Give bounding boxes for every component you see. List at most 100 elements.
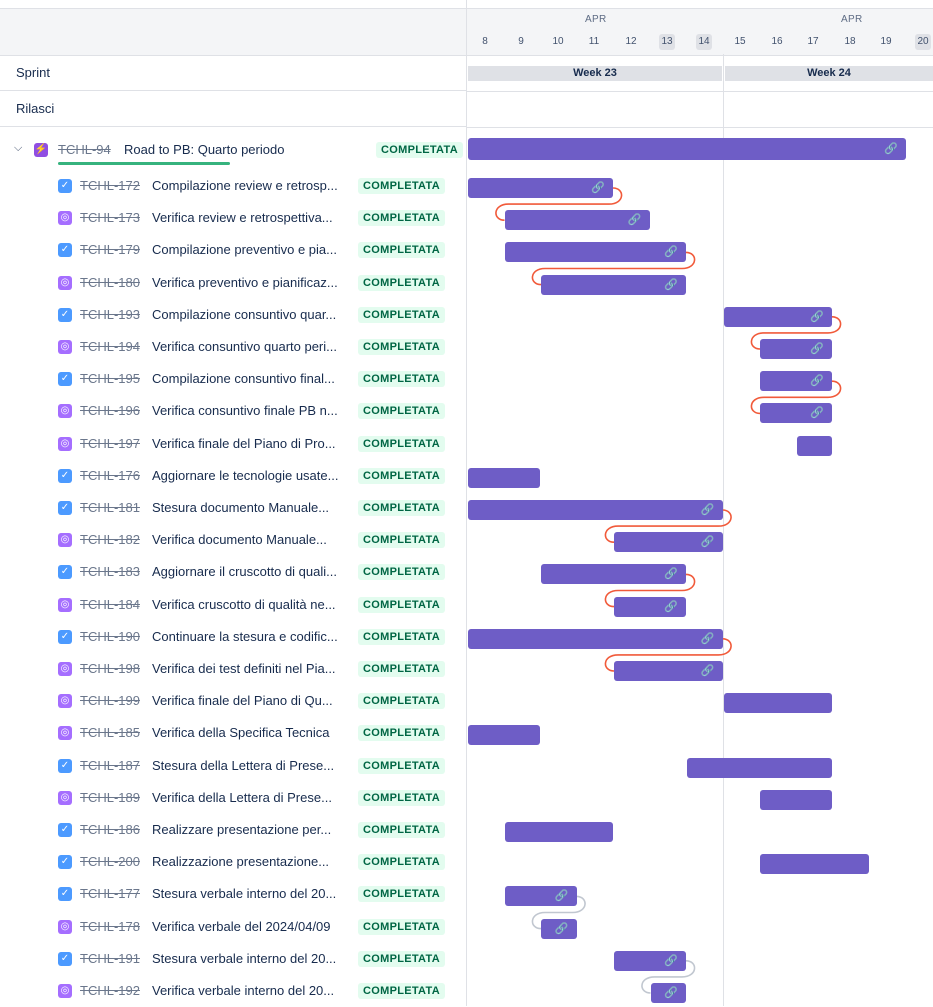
task-row[interactable]: ✓ TCHL-190 Continuare la stesura e codific…	[0, 621, 466, 653]
task-row[interactable]: ◎ TCHL-189 Verifica della Lettera di Prese…	[0, 782, 466, 814]
task-key[interactable]: TCHL-178	[80, 919, 140, 934]
task-bar[interactable]	[687, 757, 832, 778]
task-title[interactable]: Realizzare presentazione per...	[152, 822, 331, 837]
task-title[interactable]: Verifica review e retrospettiva...	[152, 210, 333, 225]
task-title[interactable]: Verifica finale del Piano di Pro...	[152, 436, 336, 451]
task-key[interactable]: TCHL-194	[80, 339, 140, 354]
task-row[interactable]: ✓ TCHL-172 Compilazione review e retrosp..…	[0, 170, 466, 202]
task-title[interactable]: Verifica verbale interno del 20...	[152, 983, 334, 998]
task-row[interactable]: ◎ TCHL-199 Verifica finale del Piano di Qu…	[0, 685, 466, 717]
task-row[interactable]: ◎ TCHL-198 Verifica dei test definiti nel …	[0, 653, 466, 685]
task-key[interactable]: TCHL-199	[80, 693, 140, 708]
task-title[interactable]: Verifica della Specifica Tecnica	[152, 725, 330, 740]
task-row[interactable]: ✓ TCHL-179 Compilazione preventivo e pia..…	[0, 234, 466, 266]
task-key[interactable]: TCHL-187	[80, 758, 140, 773]
task-key[interactable]: TCHL-186	[80, 822, 140, 837]
task-row[interactable]: ✓ TCHL-195 Compilazione consuntivo final..…	[0, 363, 466, 395]
task-key[interactable]: TCHL-172	[80, 178, 140, 193]
task-bar[interactable]: 🔗	[504, 886, 577, 907]
task-title[interactable]: Stesura verbale interno del 20...	[152, 951, 336, 966]
task-bar[interactable]: 🔗	[650, 983, 686, 1003]
task-bar[interactable]: 🔗	[614, 596, 686, 617]
task-bar[interactable]: 🔗	[468, 628, 723, 649]
task-bar[interactable]: 🔗	[468, 500, 723, 520]
task-key[interactable]: TCHL-198	[80, 661, 140, 676]
task-title[interactable]: Verifica dei test definiti nel Pia...	[152, 661, 336, 676]
epic-key[interactable]: TCHL-94	[58, 142, 111, 157]
task-row[interactable]: ✓ TCHL-186 Realizzare presentazione per...…	[0, 814, 466, 846]
task-bar[interactable]	[796, 435, 832, 456]
task-bar[interactable]: 🔗	[760, 339, 832, 359]
task-title[interactable]: Aggiornare il cruscotto di quali...	[152, 564, 337, 579]
chevron-down-icon[interactable]: ⌵	[14, 142, 22, 155]
task-row[interactable]: ✓ TCHL-181 Stesura documento Manuale... COM…	[0, 492, 466, 524]
task-title[interactable]: Continuare la stesura e codific...	[152, 629, 338, 644]
status-badge[interactable]: COMPLETATA	[358, 242, 445, 259]
task-key[interactable]: TCHL-189	[80, 790, 140, 805]
task-title[interactable]: Aggiornare le tecnologie usate...	[152, 468, 338, 483]
task-bar[interactable]	[504, 822, 613, 842]
sprint-bar[interactable]: Week 24	[725, 66, 933, 81]
task-key[interactable]: TCHL-200	[80, 854, 140, 869]
task-row[interactable]: ✓ TCHL-200 Realizzazione presentazione... C…	[0, 846, 466, 878]
status-badge[interactable]: COMPLETATA	[358, 596, 445, 613]
task-key[interactable]: TCHL-191	[80, 951, 140, 966]
status-badge[interactable]: COMPLETATA	[358, 339, 445, 355]
task-row[interactable]: ◎ TCHL-192 Verifica verbale interno del 20…	[0, 975, 466, 1007]
task-title[interactable]: Verifica finale del Piano di Qu...	[152, 693, 333, 708]
task-row[interactable]: ✓ TCHL-177 Stesura verbale interno del 20.…	[0, 878, 466, 910]
task-key[interactable]: TCHL-197	[80, 436, 140, 451]
task-row[interactable]: ✓ TCHL-176 Aggiornare le tecnologie usate.…	[0, 460, 466, 492]
status-badge[interactable]: COMPLETATA	[376, 142, 463, 158]
task-bar[interactable]: 🔗	[760, 371, 832, 392]
task-key[interactable]: TCHL-180	[80, 275, 140, 290]
task-title[interactable]: Compilazione consuntivo final...	[152, 371, 335, 386]
task-row[interactable]: ◎ TCHL-197 Verifica finale del Piano di Pr…	[0, 428, 466, 460]
task-title[interactable]: Verifica verbale del 2024/04/09	[152, 919, 331, 934]
status-badge[interactable]: COMPLETATA	[358, 918, 445, 935]
task-title[interactable]: Compilazione preventivo e pia...	[152, 242, 337, 257]
status-badge[interactable]: COMPLETATA	[358, 693, 445, 710]
task-bar[interactable]: 🔗	[541, 918, 577, 939]
task-bar[interactable]: 🔗	[504, 242, 686, 263]
task-key[interactable]: TCHL-182	[80, 532, 140, 547]
task-title[interactable]: Verifica cruscotto di qualità ne...	[152, 597, 336, 612]
task-bar[interactable]: 🔗	[468, 178, 613, 198]
task-row[interactable]: ✓ TCHL-191 Stesura verbale interno del 20.…	[0, 943, 466, 975]
status-badge[interactable]: COMPLETATA	[358, 564, 445, 581]
epic-bar[interactable]: 🔗	[468, 138, 906, 160]
task-bar[interactable]	[760, 854, 869, 875]
task-key[interactable]: TCHL-181	[80, 500, 140, 515]
task-row[interactable]: ◎ TCHL-184 Verifica cruscotto di qualità n…	[0, 589, 466, 621]
status-badge[interactable]: COMPLETATA	[358, 274, 445, 291]
status-badge[interactable]: COMPLETATA	[358, 467, 445, 484]
task-row[interactable]: ◎ TCHL-180 Verifica preventivo e pianifica…	[0, 267, 466, 299]
task-key[interactable]: TCHL-192	[80, 983, 140, 998]
status-badge[interactable]: COMPLETATA	[358, 532, 445, 549]
task-title[interactable]: Verifica consuntivo quarto peri...	[152, 339, 337, 354]
status-badge[interactable]: COMPLETATA	[358, 435, 445, 452]
task-key[interactable]: TCHL-195	[80, 371, 140, 386]
task-key[interactable]: TCHL-173	[80, 210, 140, 225]
task-bar[interactable]: 🔗	[760, 403, 832, 424]
status-badge[interactable]: COMPLETATA	[358, 886, 445, 903]
task-row[interactable]: ◎ TCHL-194 Verifica consuntivo quarto peri…	[0, 331, 466, 363]
task-key[interactable]: TCHL-177	[80, 886, 140, 901]
task-row[interactable]: ✓ TCHL-187 Stesura della Lettera di Prese.…	[0, 750, 466, 782]
status-badge[interactable]: COMPLETATA	[358, 371, 445, 388]
status-badge[interactable]: COMPLETATA	[358, 757, 445, 774]
task-title[interactable]: Verifica consuntivo finale PB n...	[152, 403, 338, 418]
status-badge[interactable]: COMPLETATA	[358, 306, 445, 323]
epic-title[interactable]: Road to PB: Quarto periodo	[124, 142, 284, 157]
task-row[interactable]: ◎ TCHL-173 Verifica review e retrospettiva…	[0, 202, 466, 234]
task-key[interactable]: TCHL-179	[80, 242, 140, 257]
task-row[interactable]: ◎ TCHL-196 Verifica consuntivo finale PB n…	[0, 395, 466, 427]
task-title[interactable]: Stesura della Lettera di Prese...	[152, 758, 334, 773]
task-title[interactable]: Stesura documento Manuale...	[152, 500, 329, 515]
task-bar[interactable]	[468, 467, 540, 488]
task-title[interactable]: Compilazione consuntivo quar...	[152, 307, 336, 322]
task-key[interactable]: TCHL-184	[80, 597, 140, 612]
status-badge[interactable]: COMPLETATA	[358, 822, 445, 838]
status-badge[interactable]: COMPLETATA	[358, 403, 445, 420]
task-title[interactable]: Verifica preventivo e pianificaz...	[152, 275, 338, 290]
